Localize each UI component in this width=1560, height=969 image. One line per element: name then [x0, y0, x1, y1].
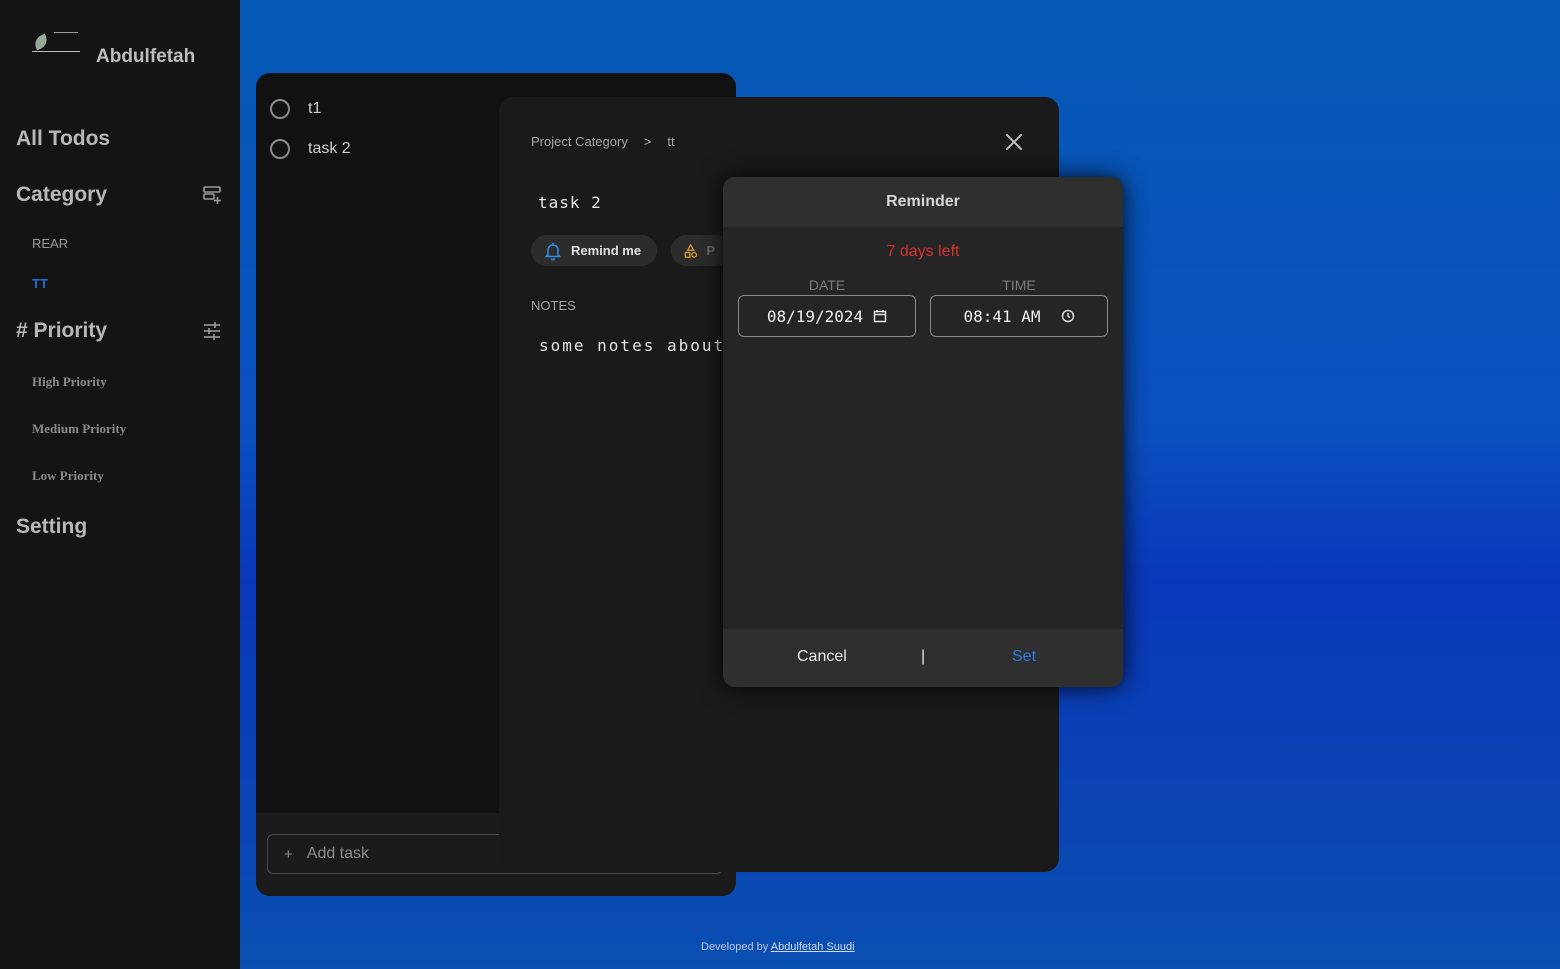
sidebar: Abdulfetah All Todos Category REAR TT # …	[0, 0, 240, 969]
nav-setting[interactable]: Setting	[16, 515, 87, 539]
days-left-text: 7 days left	[886, 243, 960, 260]
priority-button[interactable]: P	[671, 235, 731, 266]
todo-item[interactable]: t1	[270, 99, 321, 119]
todo-label: task 2	[308, 140, 351, 157]
todo-label: t1	[308, 100, 322, 117]
add-task-placeholder: Add task	[306, 845, 370, 862]
time-label: TIME	[1002, 277, 1036, 293]
nav-all-todos[interactable]: All Todos	[16, 127, 110, 151]
date-label: DATE	[808, 277, 846, 293]
date-input[interactable]: 08/19/2024	[738, 295, 916, 337]
footer-prefix: Developed by	[701, 941, 769, 953]
author-link[interactable]: Abdulfetah Suudi	[771, 941, 855, 953]
notes-label: NOTES	[531, 298, 576, 313]
todo-checkbox[interactable]	[270, 99, 290, 119]
time-input[interactable]: 08:41 AM	[930, 295, 1108, 337]
reminder-footer: Cancel | Set	[723, 629, 1123, 687]
avatar	[32, 32, 80, 52]
filter-sliders-icon[interactable]	[202, 321, 222, 341]
set-button[interactable]: Set	[1012, 648, 1036, 666]
category-item-tt[interactable]: TT	[32, 276, 48, 291]
priority-item-low[interactable]: Low Priority	[32, 468, 104, 484]
todo-item[interactable]: task 2	[270, 139, 351, 159]
shapes-icon	[684, 243, 698, 258]
todo-checkbox[interactable]	[270, 139, 290, 159]
breadcrumb: Project Category > tt	[531, 134, 691, 149]
category-item-rear[interactable]: REAR	[32, 236, 68, 251]
time-value: 08:41 AM	[963, 306, 1041, 326]
priority-button-label: P	[706, 243, 715, 258]
reminder-title: Reminder	[723, 177, 1123, 227]
breadcrumb-separator: >	[643, 134, 652, 149]
priority-item-high[interactable]: High Priority	[32, 374, 107, 390]
breadcrumb-current: tt	[667, 134, 675, 149]
category-heading: Category	[16, 183, 108, 206]
profile-name: Abdulfetah	[96, 46, 196, 67]
priority-item-medium[interactable]: Medium Priority	[32, 421, 126, 437]
priority-heading: # Priority	[16, 319, 108, 342]
remind-me-button[interactable]: Remind me	[531, 235, 658, 266]
date-value: 08/19/2024	[766, 306, 864, 326]
plus-icon: +	[284, 845, 293, 863]
cancel-button[interactable]: Cancel	[797, 648, 847, 666]
button-separator: |	[921, 648, 926, 665]
clock-icon[interactable]	[1061, 309, 1075, 323]
footer-credit: Developed by Abdulfetah Suudi	[701, 941, 855, 953]
bell-icon	[544, 242, 562, 260]
add-category-icon[interactable]	[202, 185, 222, 205]
remind-me-label: Remind me	[571, 243, 642, 258]
notes-textarea[interactable]: some notes about	[539, 336, 723, 355]
breadcrumb-category[interactable]: Project Category	[531, 134, 628, 149]
calendar-icon[interactable]	[873, 309, 887, 323]
profile[interactable]: Abdulfetah	[32, 32, 195, 67]
reminder-modal: Reminder 7 days left DATE 08/19/2024 TIM…	[723, 177, 1123, 687]
close-icon[interactable]	[1004, 132, 1024, 152]
task-title[interactable]: task 2	[538, 193, 602, 212]
